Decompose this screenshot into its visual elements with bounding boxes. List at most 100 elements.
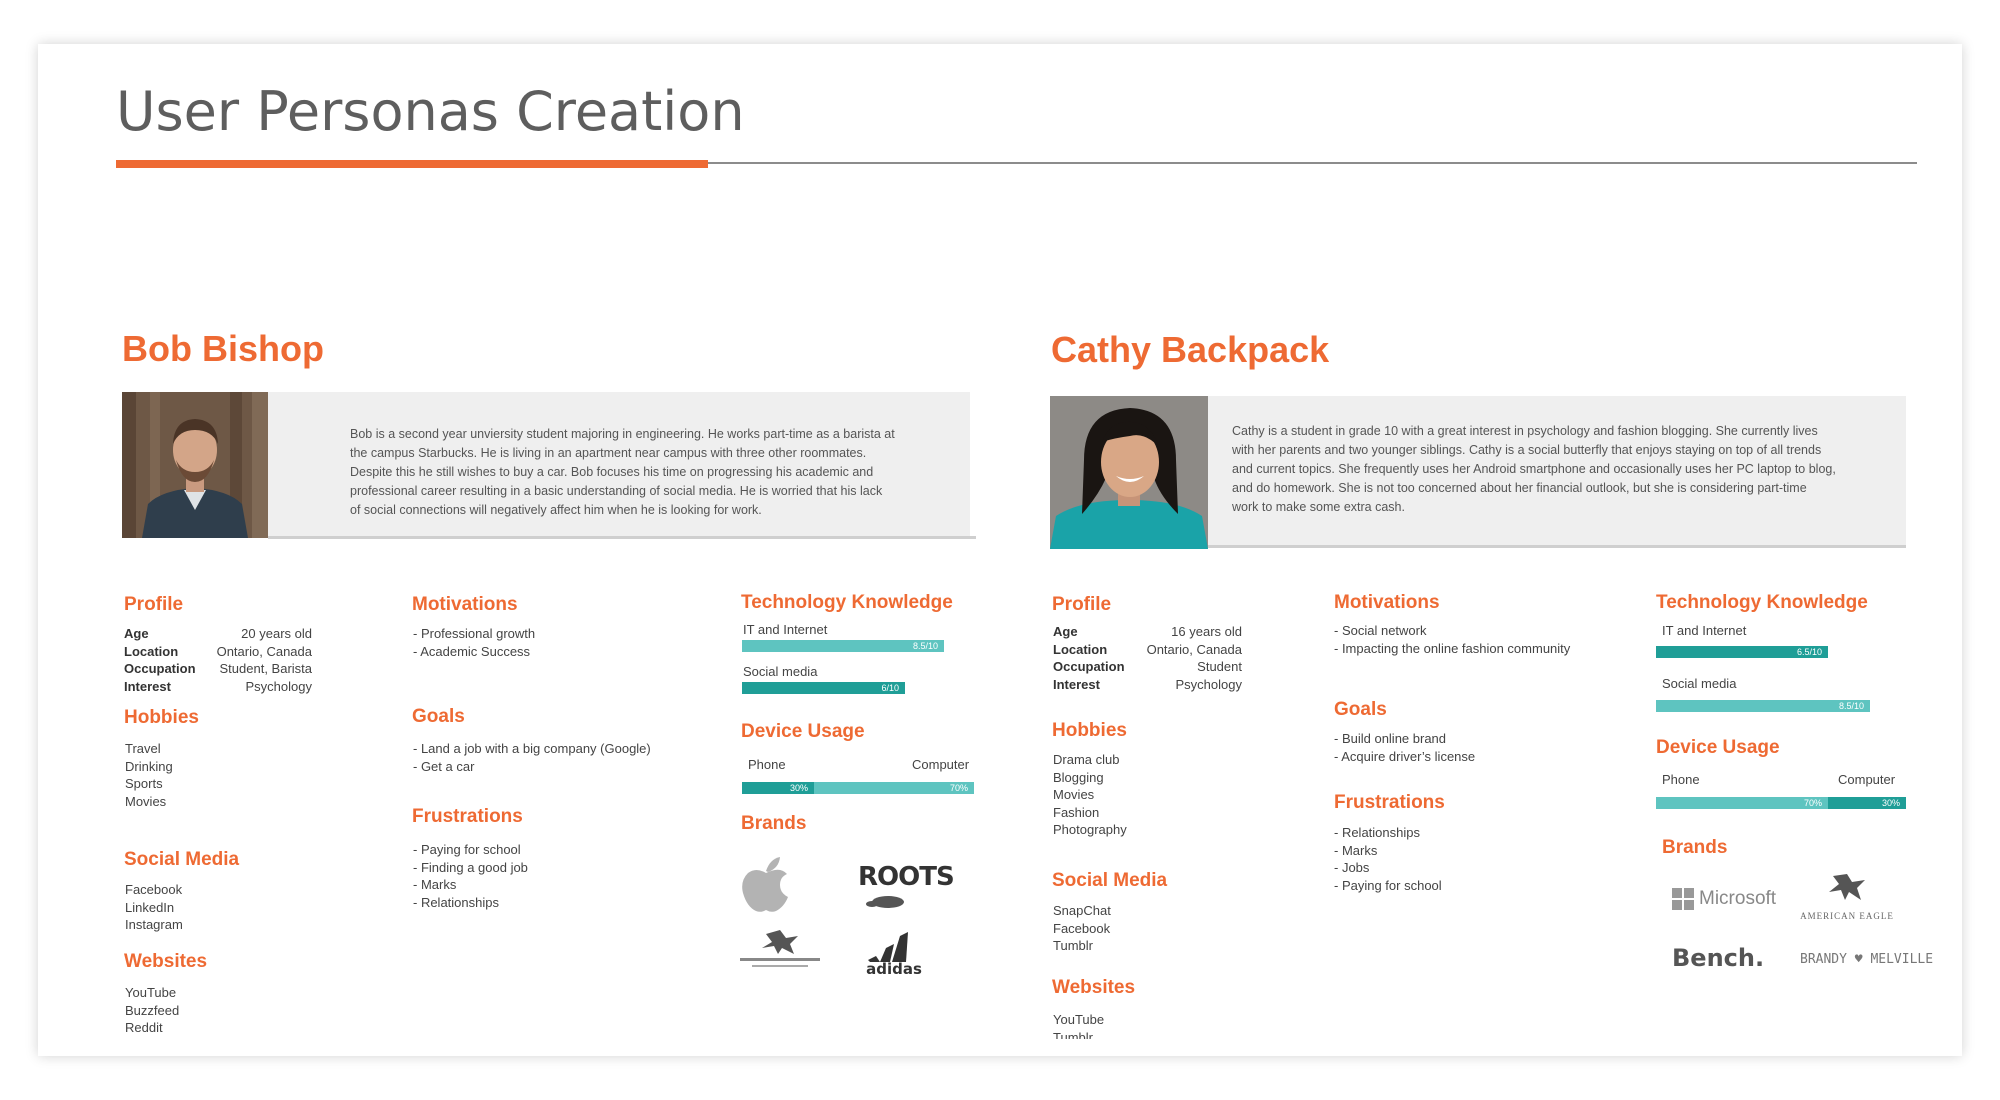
list-item: Facebook — [1053, 920, 1111, 936]
device-phone-value: 30% — [789, 783, 808, 793]
list-item: - Impacting the online fashion community — [1334, 640, 1571, 656]
profile-table: Age 20 years old Location Ontario, Canada … — [124, 625, 312, 695]
profile-label: Location — [1053, 641, 1108, 657]
profile-value: Student — [1197, 659, 1242, 674]
bio-underline — [268, 536, 976, 539]
brands-heading: Brands — [741, 813, 807, 834]
websites-heading: Websites — [1052, 977, 1136, 998]
profile-row: Age 16 years old — [1053, 623, 1242, 641]
device-usage-heading: Device Usage — [1656, 737, 1780, 758]
goals-heading: Goals — [1334, 699, 1387, 720]
american-eagle-logo — [740, 928, 820, 975]
profile-value: Psychology — [245, 678, 312, 694]
persona-name: Bob Bishop — [122, 328, 324, 369]
goals-list: - Land a job with a big company (Google)… — [413, 740, 651, 775]
adidas-wordmark: adidas — [866, 960, 922, 976]
profile-row: Occupation Student — [1053, 658, 1242, 676]
cathy-photo-image — [1050, 396, 1208, 549]
device-computer-value: 70% — [949, 783, 968, 793]
motivations-heading: Motivations — [1334, 592, 1440, 613]
device-computer-label: Computer — [1838, 772, 1896, 787]
bio-line: professional career resulting in a basic… — [350, 484, 883, 498]
list-item: SnapChat — [1053, 903, 1111, 918]
list-item: - Land a job with a big company (Google) — [413, 741, 651, 756]
websites-heading: Websites — [124, 951, 208, 972]
profile-label: Interest — [1053, 676, 1100, 692]
profile-value: Psychology — [1175, 676, 1242, 692]
tech-bar: 6.5/10 — [1656, 646, 1828, 658]
list-item: - Finding a good job — [413, 859, 528, 875]
frustrations-heading: Frustrations — [412, 806, 523, 827]
bio-line: and current topics. She frequently uses … — [1232, 462, 1836, 476]
profile-value: Ontario, Canada — [1146, 641, 1242, 657]
hobbies-list: Drama club Blogging Movies Fashion Photo… — [1053, 751, 1127, 839]
american-eagle-wordmark: AMERICAN EAGLE — [1800, 911, 1894, 921]
profile-row: Interest Psychology — [124, 678, 312, 696]
profile-label: Occupation — [124, 661, 196, 676]
persona-name: Cathy Backpack — [1051, 329, 1330, 370]
device-phone-bar: 70% — [1656, 797, 1828, 809]
list-item: Photography — [1053, 822, 1127, 837]
list-item: Blogging — [1053, 769, 1104, 785]
title-accent-bar — [116, 160, 708, 168]
list-item: - Relationships — [1334, 825, 1420, 840]
profile-value: Student, Barista — [219, 661, 313, 676]
persona-bio: Bob is a second year unviersity student … — [350, 425, 940, 520]
bio-line: Cathy is a student in grade 10 with a gr… — [1232, 424, 1818, 438]
persona-photo — [1050, 396, 1208, 549]
motivations-list: - Social network - Impacting the online … — [1334, 622, 1570, 657]
tech-bar-value: 8.5/10 — [1838, 701, 1864, 711]
bio-line: Bob is a second year unviersity student … — [350, 427, 895, 441]
profile-row: Location Ontario, Canada — [124, 643, 312, 661]
device-phone-bar: 30% — [742, 782, 814, 794]
list-item: YouTube — [125, 985, 177, 1000]
hobbies-heading: Hobbies — [1052, 720, 1127, 741]
hobbies-heading: Hobbies — [124, 707, 199, 728]
social-media-heading: Social Media — [1052, 870, 1168, 891]
list-item: Fashion — [1053, 804, 1100, 820]
tech-label: IT and Internet — [743, 622, 828, 637]
list-item: - Marks — [1334, 842, 1378, 858]
device-computer-label: Computer — [912, 757, 970, 772]
device-computer-bar: 70% — [814, 782, 974, 794]
hobbies-list: Travel Drinking Sports Movies — [125, 740, 173, 810]
tech-label: IT and Internet — [1662, 623, 1747, 638]
list-item: - Build online brand — [1334, 731, 1447, 746]
profile-label: Age — [124, 626, 149, 641]
eagle-icon — [1829, 874, 1865, 900]
list-item: Movies — [1053, 787, 1095, 802]
bio-line: of social connections will negatively af… — [350, 503, 762, 517]
tech-bar: 6/10 — [742, 682, 905, 694]
profile-heading: Profile — [124, 594, 184, 615]
roots-logo: ROOTS — [858, 862, 955, 892]
list-item: Sports — [125, 776, 163, 791]
device-computer-bar: 30% — [1828, 797, 1906, 809]
frustrations-heading: Frustrations — [1334, 792, 1445, 813]
profile-value: 20 years old — [241, 626, 312, 641]
list-item: - Professional growth — [413, 626, 536, 641]
frustrations-list: - Relationships - Marks - Jobs - Paying … — [1334, 824, 1442, 894]
list-item: Buzzfeed — [125, 1002, 180, 1018]
profile-value: Ontario, Canada — [216, 643, 312, 659]
device-usage-heading: Device Usage — [741, 721, 865, 742]
social-media-heading: Social Media — [124, 849, 240, 870]
list-item: - Marks — [413, 877, 457, 892]
list-item: Drama club — [1053, 752, 1120, 767]
list-item: Movies — [125, 793, 167, 809]
list-item: - Social network — [1334, 623, 1427, 638]
beaver-icon — [866, 892, 910, 915]
apple-logo — [740, 855, 792, 918]
list-item: - Acquire driver’s license — [1334, 748, 1476, 764]
list-item: YouTube — [1053, 1012, 1105, 1027]
technology-heading: Technology Knowledge — [1656, 592, 1868, 613]
page-title: User Personas Creation — [116, 80, 745, 143]
american-eagle-logo: AMERICAN EAGLE — [1800, 872, 1894, 921]
device-phone-label: Phone — [1662, 772, 1700, 787]
motivations-heading: Motivations — [412, 594, 518, 615]
list-item: LinkedIn — [125, 899, 175, 915]
profile-label: Interest — [124, 678, 171, 694]
persona-photo — [122, 392, 268, 538]
microsoft-logo: Microsoft — [1672, 888, 1776, 910]
apple-icon — [742, 857, 788, 912]
profile-row: Occupation Student, Barista — [124, 660, 312, 678]
